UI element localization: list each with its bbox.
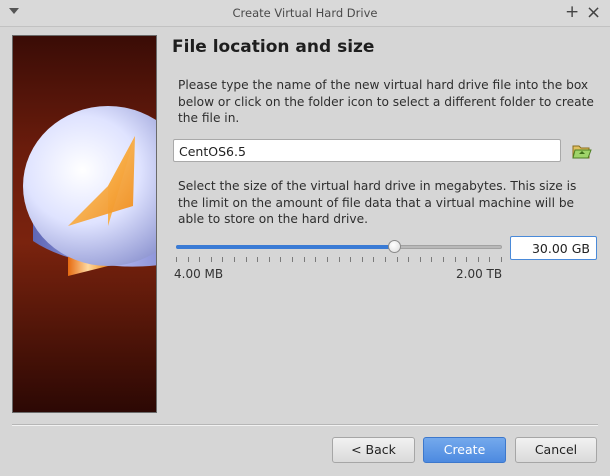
window-title: Create Virtual Hard Drive [232,6,378,20]
folder-open-icon[interactable] [571,141,593,161]
slider-tick [489,257,490,262]
slider-tick [280,257,281,262]
slider-tick [257,257,258,262]
slider-tick [478,257,479,262]
slider-tick [211,257,212,262]
slider-tick [373,257,374,262]
size-input[interactable]: 30.00 GB [510,236,597,260]
slider-tick [501,257,502,262]
slider-handle[interactable] [388,240,401,253]
size-slider[interactable] [176,237,502,257]
page-title: File location and size [172,37,375,57]
slider-tick [292,257,293,262]
location-instructions: Please type the name of the new virtual … [178,78,594,125]
close-icon[interactable]: × [586,2,601,23]
slider-tick [455,257,456,262]
slider-tick [246,257,247,262]
back-button[interactable]: < Back [332,437,415,463]
slider-tick [385,257,386,262]
slider-tick [327,257,328,262]
slider-tick [362,257,363,262]
wizard-side-image [12,35,157,413]
slider-tick [431,257,432,262]
slider-min-label: 4.00 MB [174,267,224,281]
slider-tick [466,257,467,262]
title-bar: Create Virtual Hard Drive + × [0,0,610,27]
maximize-plus-icon[interactable]: + [565,2,579,22]
slider-tick [350,257,351,262]
size-instructions: Select the size of the virtual hard driv… [178,179,577,226]
file-location-input[interactable]: CentOS6.5 [173,139,561,162]
slider-tick [269,257,270,262]
slider-tick [443,257,444,262]
create-button[interactable]: Create [423,437,506,463]
slider-tick [420,257,421,262]
slider-tick [176,257,177,262]
slider-tick [234,257,235,262]
slider-tick [304,257,305,262]
slider-tick [222,257,223,262]
slider-max-label: 2.00 TB [456,267,503,281]
slider-tick [199,257,200,262]
slider-tick [188,257,189,262]
slider-ticks [176,257,502,263]
slider-fill [176,245,394,249]
slider-tick [315,257,316,262]
slider-tick [397,257,398,262]
button-divider [12,424,598,426]
slider-tick [408,257,409,262]
slider-tick [339,257,340,262]
cancel-button[interactable]: Cancel [515,437,597,463]
